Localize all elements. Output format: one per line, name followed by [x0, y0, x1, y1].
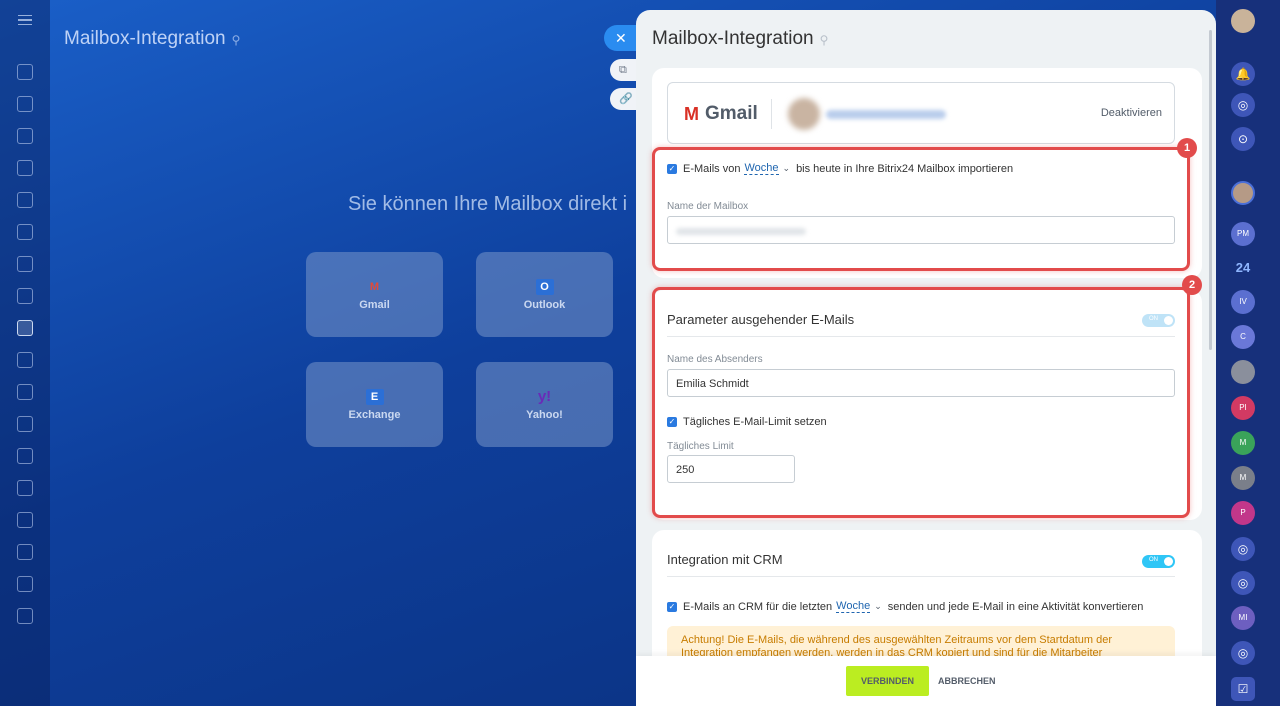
toggle-knob [1164, 557, 1173, 566]
mail-icon[interactable] [17, 320, 33, 336]
service-tile-gmail[interactable]: M Gmail [306, 252, 443, 337]
analytics-icon[interactable] [17, 416, 33, 432]
annotation-badge-1: 1 [1177, 138, 1197, 158]
crm-section-title: Integration mit CRM [667, 552, 783, 567]
crm-icon[interactable] [17, 224, 33, 240]
left-navigation-rail [0, 0, 50, 706]
service-label: Outlook [523, 298, 566, 311]
service-label: Exchange [348, 408, 401, 421]
slider-title: Mailbox-Integration ⚲ [652, 28, 829, 49]
cart-icon[interactable] [17, 512, 33, 528]
contact-avatar-m2[interactable]: M [1231, 466, 1255, 490]
gmail-logo: M Gmail [684, 103, 758, 125]
outlook-icon: O [535, 278, 554, 295]
feed-icon[interactable] [17, 128, 33, 144]
crm-toggle[interactable]: ON [1142, 555, 1175, 568]
channel-icon[interactable]: ◎ [1231, 537, 1255, 561]
channel-icon[interactable]: ◎ [1231, 571, 1255, 595]
highlight-box-1 [652, 147, 1190, 271]
user-avatar[interactable] [1231, 9, 1255, 33]
divider [667, 576, 1175, 577]
notifications-icon[interactable]: 🔔 [1231, 62, 1255, 86]
connect-button[interactable]: VERBINDEN [846, 666, 929, 696]
highlight-box-2 [652, 287, 1190, 518]
help-icon[interactable] [17, 576, 33, 592]
edit-icon[interactable] [17, 608, 33, 624]
gmail-icon: M [684, 103, 699, 124]
crm-send-checkbox[interactable]: ✓ [667, 601, 677, 612]
sites-icon[interactable] [17, 480, 33, 496]
cancel-button[interactable]: ABBRECHEN [938, 666, 996, 696]
pin-icon: ⚲ [231, 33, 241, 47]
contact-avatar-pm[interactable]: PM [1231, 222, 1255, 246]
calendar-icon[interactable] [17, 384, 33, 400]
connected-account-box: M Gmail Deaktivieren [667, 82, 1175, 144]
filter-icon[interactable] [17, 448, 33, 464]
contact-avatar-pi[interactable]: PI [1231, 396, 1255, 420]
documents-icon[interactable] [17, 192, 33, 208]
copilot-icon[interactable]: ◎ [1231, 93, 1255, 117]
search-chat-icon[interactable]: ⊙ [1231, 127, 1255, 151]
divider [771, 99, 772, 129]
scrollbar[interactable] [1209, 30, 1212, 350]
exchange-icon: E [365, 388, 384, 405]
service-tile-exchange[interactable]: E Exchange [306, 362, 443, 447]
automation-icon[interactable] [17, 544, 33, 560]
crm-period-select[interactable]: Woche [836, 600, 871, 613]
annotation-badge-2: 2 [1182, 275, 1202, 295]
crm-send-row: ✓ E-Mails an CRM für die letzten Woche ⌄… [667, 600, 1143, 613]
service-tile-yahoo[interactable]: y! Yahoo! [476, 362, 613, 447]
yahoo-icon: y! [537, 388, 552, 405]
service-label: Yahoo! [526, 408, 563, 421]
contact-avatar-c[interactable]: C [1231, 325, 1255, 349]
service-tile-outlook[interactable]: O Outlook [476, 252, 613, 337]
deactivate-link[interactable]: Deaktivieren [1101, 107, 1162, 119]
background-center-text: Sie können Ihre Mailbox direkt i [348, 193, 628, 215]
contact-avatar-p[interactable]: P [1231, 501, 1255, 525]
home-icon[interactable] [17, 64, 33, 80]
crm-suffix: senden und jede E-Mail in eine Aktivität… [887, 600, 1144, 613]
contact-avatar-m[interactable]: M [1231, 431, 1255, 455]
pin-icon: ⚲ [819, 33, 829, 47]
tasks-icon[interactable] [17, 256, 33, 272]
account-email-redacted [826, 110, 946, 119]
crm-prefix: E-Mails an CRM für die letzten [683, 600, 833, 613]
menu-icon[interactable] [18, 15, 32, 25]
service-label: Gmail [359, 298, 390, 311]
contact-avatar-iv[interactable]: IV [1231, 290, 1255, 314]
settings-icon[interactable] [17, 96, 33, 112]
contact-avatar[interactable] [1231, 181, 1255, 205]
slider-footer: VERBINDEN ABBRECHEN [636, 656, 1216, 706]
toggle-label: ON [1149, 557, 1158, 563]
chat-icon[interactable] [17, 352, 33, 368]
background-page-title: Mailbox-Integration ⚲ [64, 28, 241, 49]
chevron-down-icon[interactable]: ⌄ [874, 601, 882, 612]
gmail-icon: M [369, 280, 380, 293]
channel-icon[interactable]: ◎ [1231, 641, 1255, 665]
contact-avatar-photo[interactable] [1231, 360, 1255, 384]
account-avatar [788, 98, 820, 130]
tasks-icon[interactable]: ☑ [1231, 677, 1255, 701]
provider-name: Gmail [705, 103, 758, 124]
presentation-icon[interactable] [17, 288, 33, 304]
contact-avatar-mi[interactable]: MI [1231, 606, 1255, 630]
bitrix24-icon[interactable]: 24 [1231, 256, 1255, 280]
contacts-icon[interactable] [17, 160, 33, 176]
